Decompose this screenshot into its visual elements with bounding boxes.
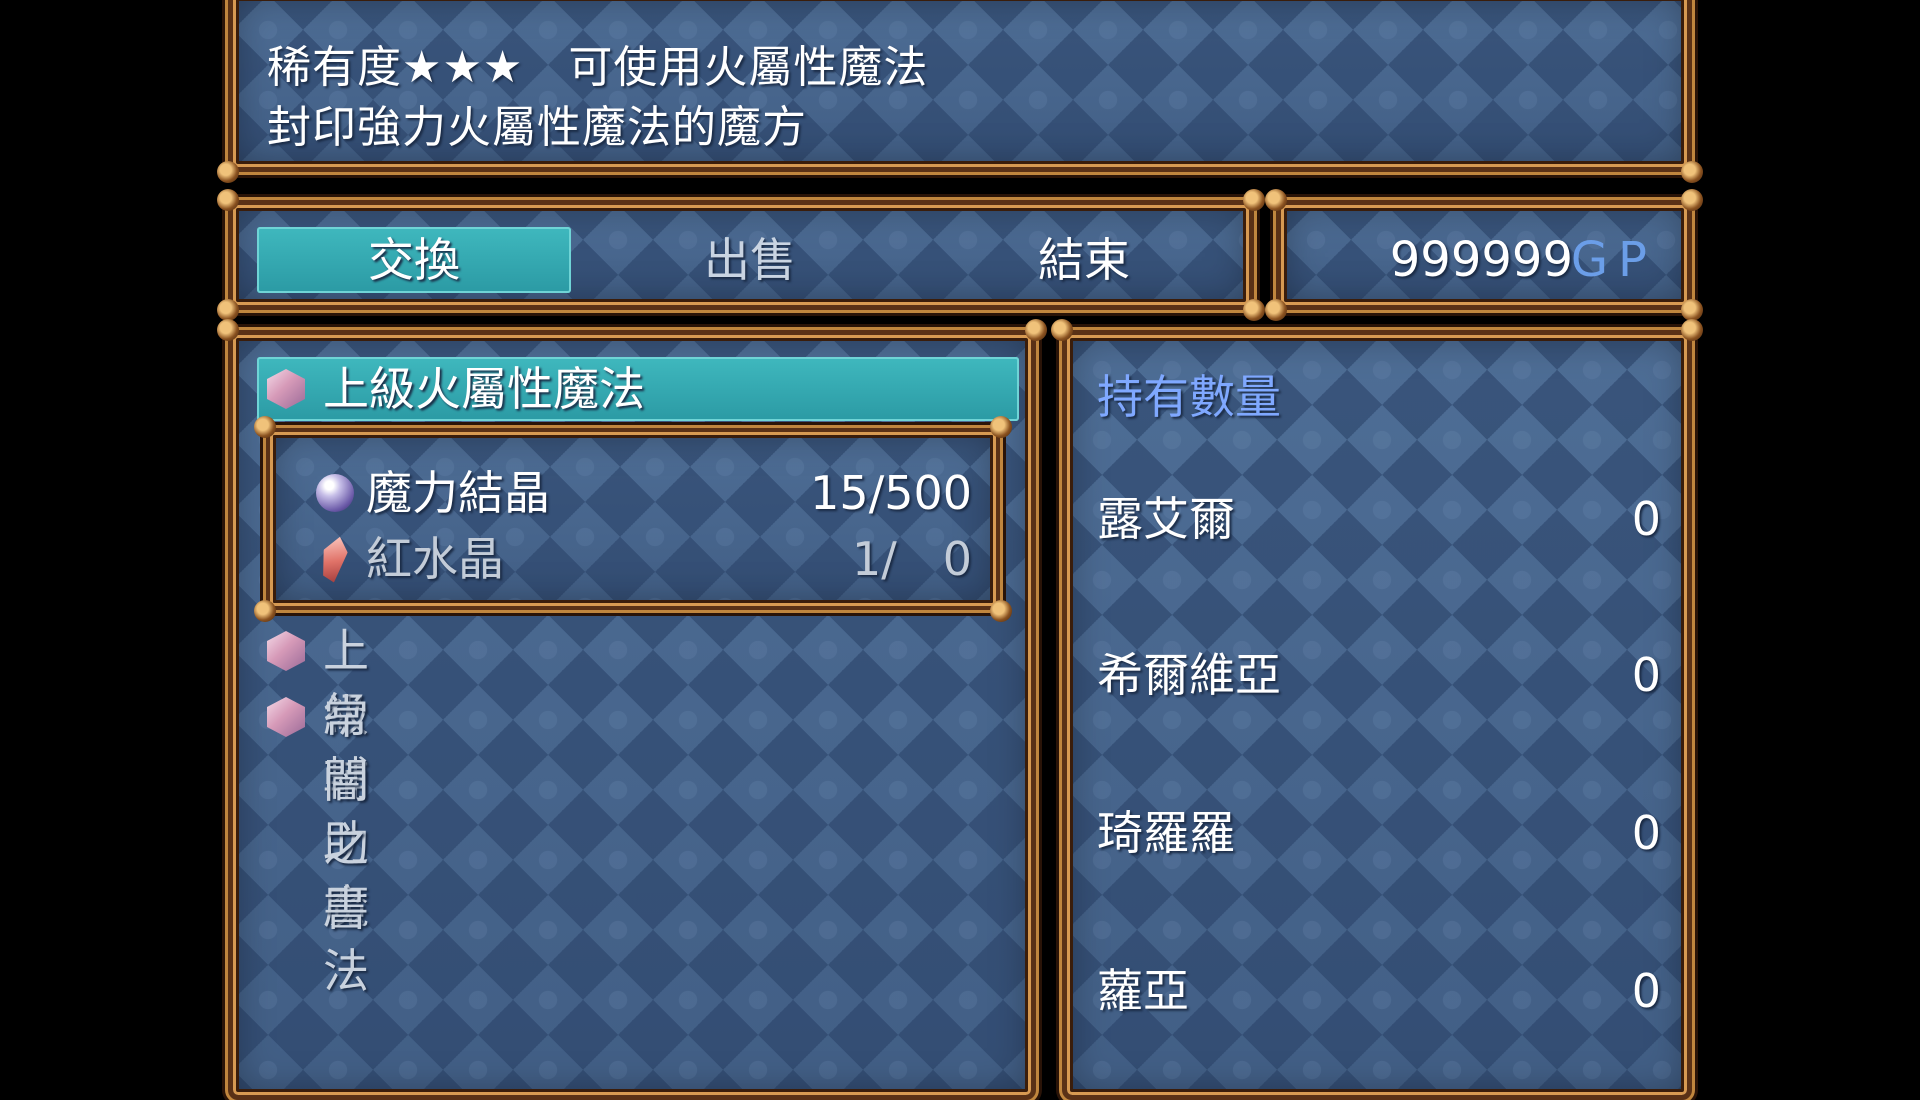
character-name: 希爾維亞 bbox=[1097, 648, 1281, 702]
frame-ornament bbox=[217, 319, 239, 341]
frame-ornament bbox=[1681, 299, 1703, 321]
frame-ornament bbox=[1243, 299, 1265, 321]
character-owned-row: 琦羅羅 0 bbox=[1097, 801, 1661, 865]
frame-ornament bbox=[254, 600, 276, 622]
material-quantity: 1/ 0 bbox=[851, 532, 972, 586]
frame-ornament bbox=[254, 416, 276, 438]
frame-ornament bbox=[217, 189, 239, 211]
owned-count: 0 bbox=[1631, 648, 1661, 702]
frame-ornament bbox=[217, 299, 239, 321]
character-owned-row: 希爾維亞 0 bbox=[1097, 643, 1661, 707]
red-crystal-icon bbox=[317, 534, 350, 584]
cube-gem-icon bbox=[267, 369, 305, 409]
list-item-label: 常闇之書 bbox=[323, 690, 369, 936]
frame-ornament bbox=[1265, 299, 1287, 321]
description-rarity-line: 稀有度★★★ 可使用火屬性魔法 bbox=[267, 42, 929, 93]
material-name: 紅水晶 bbox=[366, 532, 504, 586]
owned-count: 0 bbox=[1631, 964, 1661, 1018]
character-name: 琦羅羅 bbox=[1097, 806, 1235, 860]
mana-orb-icon bbox=[316, 474, 354, 512]
frame-ornament bbox=[990, 600, 1012, 622]
list-item[interactable]: 上級火屬性魔法 bbox=[257, 357, 1019, 421]
character-owned-row: 露艾爾 0 bbox=[1097, 487, 1661, 551]
cube-gem-icon bbox=[267, 631, 305, 671]
gold-amount: 999999 bbox=[1389, 232, 1573, 288]
exchange-command[interactable]: 交換 bbox=[257, 227, 571, 293]
frame-ornament bbox=[1681, 161, 1703, 183]
material-name: 魔力結晶 bbox=[366, 466, 550, 520]
frame-ornament bbox=[217, 161, 239, 183]
gold-panel: 999999 GP bbox=[1265, 189, 1703, 321]
gold-unit: GP bbox=[1570, 232, 1657, 288]
material-quantity: 15/500 bbox=[810, 466, 972, 520]
list-item-label: 上級火屬性魔法 bbox=[323, 362, 645, 416]
command-menu: 交換 出售 結束 bbox=[217, 189, 1265, 321]
sell-command[interactable]: 出售 bbox=[593, 227, 907, 293]
frame-ornament bbox=[1681, 319, 1703, 341]
frame-ornament bbox=[1681, 189, 1703, 211]
character-name: 蘿亞 bbox=[1097, 964, 1189, 1018]
frame-ornament bbox=[1243, 189, 1265, 211]
description-detail-line: 封印強力火屬性魔法的魔方 bbox=[267, 102, 807, 153]
character-name: 露艾爾 bbox=[1097, 492, 1235, 546]
frame-ornament bbox=[1051, 319, 1073, 341]
character-owned-row: 蘿亞 0 bbox=[1097, 959, 1661, 1023]
end-command[interactable]: 結束 bbox=[927, 227, 1241, 293]
frame-ornament bbox=[1265, 189, 1287, 211]
owned-quantity-panel: 持有數量 露艾爾 0 希爾維亞 0 琦羅羅 0 蘿亞 0 bbox=[1051, 319, 1703, 1100]
frame-ornament bbox=[990, 416, 1012, 438]
frame-ornament bbox=[1025, 319, 1047, 341]
material-row: 魔力結晶 15/500 bbox=[290, 462, 972, 524]
cube-gem-icon bbox=[267, 697, 305, 737]
owned-quantity-title: 持有數量 bbox=[1097, 370, 1281, 424]
required-materials-panel: 魔力結晶 15/500 紅水晶 1/ 0 bbox=[254, 416, 1012, 622]
owned-count: 0 bbox=[1631, 806, 1661, 860]
item-description-panel: 稀有度★★★ 可使用火屬性魔法 封印強力火屬性魔法的魔方 bbox=[217, 0, 1703, 183]
material-row: 紅水晶 1/ 0 bbox=[290, 528, 972, 590]
owned-count: 0 bbox=[1631, 492, 1661, 546]
